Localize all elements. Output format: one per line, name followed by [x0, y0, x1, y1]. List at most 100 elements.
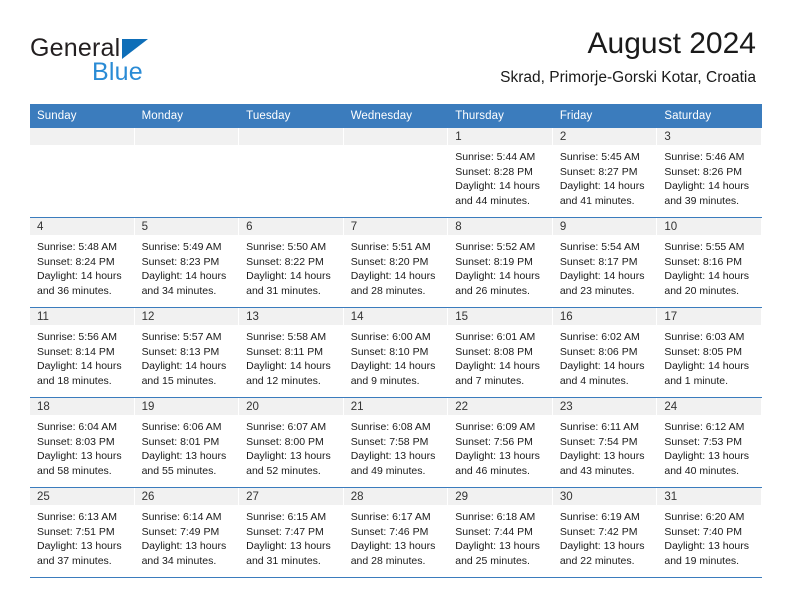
calendar-day-cell[interactable]: 15 Sunrise: 6:01 AM Sunset: 8:08 PM Dayligh…	[448, 307, 553, 398]
calendar-day-cell[interactable]: 3 Sunrise: 5:46 AM Sunset: 8:26 PM Daylight…	[657, 128, 762, 218]
calendar-day-inner: 23 Sunrise: 6:11 AM Sunset: 7:54 PM Dayligh…	[552, 398, 658, 487]
day-number: 23	[552, 398, 657, 415]
calendar-day-inner: 18 Sunrise: 6:04 AM Sunset: 8:03 PM Dayligh…	[30, 398, 135, 487]
calendar-day-inner: 22 Sunrise: 6:09 AM Sunset: 7:56 PM Dayligh…	[448, 398, 553, 487]
calendar-day-cell[interactable]: 17 Sunrise: 6:03 AM Sunset: 8:05 PM Dayligh…	[657, 307, 762, 398]
sunset-text: Sunset: 7:46 PM	[350, 525, 429, 538]
sunrise-text: Sunrise: 5:46 AM	[664, 151, 745, 163]
day-number: 10	[657, 218, 761, 235]
sunset-text: Sunset: 8:14 PM	[37, 345, 115, 358]
calendar-day-cell[interactable]: 24 Sunrise: 6:12 AM Sunset: 7:53 PM Dayligh…	[657, 397, 762, 488]
sunrise-text: Sunrise: 5:58 AM	[246, 331, 327, 343]
calendar-day-cell[interactable]: 7 Sunrise: 5:51 AM Sunset: 8:20 PM Daylight…	[343, 217, 449, 308]
calendar-day-cell[interactable]: 13 Sunrise: 5:58 AM Sunset: 8:11 PM Dayligh…	[239, 307, 344, 398]
weekday-header-saturday: Saturday	[657, 104, 762, 128]
calendar-day-cell[interactable]: 29 Sunrise: 6:18 AM Sunset: 7:44 PM Dayligh…	[448, 487, 553, 578]
calendar-day-cell[interactable]: 27 Sunrise: 6:15 AM Sunset: 7:47 PM Dayligh…	[239, 487, 344, 578]
calendar-day-cell[interactable]: 19 Sunrise: 6:06 AM Sunset: 8:01 PM Dayligh…	[134, 397, 240, 488]
calendar-day-cell[interactable]: 25 Sunrise: 6:13 AM Sunset: 7:51 PM Dayligh…	[30, 487, 135, 578]
calendar-day-cell[interactable]: 23 Sunrise: 6:11 AM Sunset: 7:54 PM Dayligh…	[552, 397, 658, 488]
calendar-day-cell[interactable]: 21 Sunrise: 6:08 AM Sunset: 7:58 PM Dayligh…	[343, 397, 449, 488]
daylight-text-line2: and 41 minutes.	[559, 194, 635, 207]
daylight-text-line2: and 49 minutes.	[350, 464, 426, 477]
day-details: Sunrise: 6:03 AM Sunset: 8:05 PM Daylight:…	[657, 325, 761, 388]
sunrise-text: Sunrise: 6:03 AM	[664, 331, 745, 343]
calendar-week-row: 11 Sunrise: 5:56 AM Sunset: 8:14 PM Dayligh…	[30, 307, 762, 398]
daylight-text-line1: Daylight: 14 hours	[141, 270, 227, 283]
day-number: 21	[343, 398, 448, 415]
daylight-text-line2: and 58 minutes.	[37, 464, 112, 477]
day-number: 7	[343, 218, 448, 235]
day-number: 31	[657, 488, 761, 505]
calendar-day-cell[interactable]: 9 Sunrise: 5:54 AM Sunset: 8:17 PM Daylight…	[552, 217, 658, 308]
calendar-day-cell[interactable]: 31 Sunrise: 6:20 AM Sunset: 7:40 PM Dayligh…	[657, 487, 762, 578]
sunrise-text: Sunrise: 5:54 AM	[559, 241, 640, 253]
sunrise-text: Sunrise: 6:20 AM	[664, 511, 745, 523]
calendar-day-inner	[239, 128, 344, 217]
calendar-day-inner: 15 Sunrise: 6:01 AM Sunset: 8:08 PM Dayligh…	[448, 308, 553, 397]
day-number: 8	[448, 218, 552, 235]
calendar-day-inner: 17 Sunrise: 6:03 AM Sunset: 8:05 PM Dayligh…	[657, 308, 762, 397]
calendar-day-cell[interactable]: 4 Sunrise: 5:48 AM Sunset: 8:24 PM Daylight…	[30, 217, 135, 308]
day-details: Sunrise: 6:02 AM Sunset: 8:06 PM Daylight:…	[553, 325, 657, 388]
sunrise-text: Sunrise: 6:15 AM	[246, 511, 327, 523]
daylight-text-line1: Daylight: 14 hours	[350, 270, 436, 283]
day-number	[343, 128, 448, 145]
sunset-text: Sunset: 8:16 PM	[664, 255, 743, 268]
day-details: Sunrise: 6:12 AM Sunset: 7:53 PM Daylight:…	[657, 415, 761, 478]
day-number: 5	[134, 218, 239, 235]
calendar-day-cell[interactable]: 5 Sunrise: 5:49 AM Sunset: 8:23 PM Daylight…	[134, 217, 240, 308]
sunset-text: Sunset: 8:10 PM	[350, 345, 429, 358]
sunrise-text: Sunrise: 6:02 AM	[559, 331, 640, 343]
calendar-day-cell[interactable]: 1 Sunrise: 5:44 AM Sunset: 8:28 PM Daylight…	[448, 128, 553, 218]
calendar-day-cell[interactable]: 14 Sunrise: 6:00 AM Sunset: 8:10 PM Dayligh…	[343, 307, 449, 398]
daylight-text-line1: Daylight: 13 hours	[455, 540, 540, 553]
calendar-day-cell[interactable]: 18 Sunrise: 6:04 AM Sunset: 8:03 PM Dayligh…	[30, 397, 135, 488]
calendar-day-cell[interactable]: 20 Sunrise: 6:07 AM Sunset: 8:00 PM Dayligh…	[239, 397, 344, 488]
sunset-text: Sunset: 8:05 PM	[664, 345, 743, 358]
day-number: 22	[448, 398, 552, 415]
day-number: 6	[239, 218, 343, 235]
calendar-day-cell[interactable]: 16 Sunrise: 6:02 AM Sunset: 8:06 PM Dayligh…	[552, 307, 658, 398]
day-details: Sunrise: 6:09 AM Sunset: 7:56 PM Daylight:…	[448, 415, 552, 478]
daylight-text-line1: Daylight: 13 hours	[37, 540, 122, 553]
calendar-day-cell[interactable]: 12 Sunrise: 5:57 AM Sunset: 8:13 PM Dayligh…	[134, 307, 240, 398]
sunset-text: Sunset: 8:27 PM	[559, 165, 638, 178]
sunrise-text: Sunrise: 5:50 AM	[246, 241, 327, 253]
sunset-text: Sunset: 7:40 PM	[664, 525, 743, 538]
daylight-text-line1: Daylight: 13 hours	[246, 450, 331, 463]
day-number: 19	[134, 398, 239, 415]
day-number: 25	[30, 488, 134, 505]
calendar-day-inner: 1 Sunrise: 5:44 AM Sunset: 8:28 PM Daylight…	[448, 128, 553, 217]
sunset-text: Sunset: 8:06 PM	[559, 345, 638, 358]
calendar-day-inner: 2 Sunrise: 5:45 AM Sunset: 8:27 PM Daylight…	[552, 128, 658, 217]
day-details: Sunrise: 5:45 AM Sunset: 8:27 PM Daylight:…	[553, 145, 657, 208]
daylight-text-line2: and 34 minutes.	[141, 554, 217, 567]
day-details: Sunrise: 6:17 AM Sunset: 7:46 PM Daylight:…	[344, 505, 448, 568]
day-number: 24	[657, 398, 761, 415]
day-details: Sunrise: 5:48 AM Sunset: 8:24 PM Daylight:…	[30, 235, 134, 298]
calendar-day-cell[interactable]: 10 Sunrise: 5:55 AM Sunset: 8:16 PM Dayligh…	[657, 217, 762, 308]
calendar-day-inner: 29 Sunrise: 6:18 AM Sunset: 7:44 PM Dayligh…	[448, 488, 553, 577]
calendar-day-inner: 4 Sunrise: 5:48 AM Sunset: 8:24 PM Daylight…	[30, 218, 135, 307]
page-subtitle: Skrad, Primorje-Gorski Kotar, Croatia	[500, 69, 756, 86]
calendar-day-cell[interactable]: 11 Sunrise: 5:56 AM Sunset: 8:14 PM Dayligh…	[30, 307, 135, 398]
calendar-day-inner: 11 Sunrise: 5:56 AM Sunset: 8:14 PM Dayligh…	[30, 308, 135, 397]
daylight-text-line1: Daylight: 14 hours	[246, 360, 331, 373]
brand-logo: General Blue	[30, 34, 260, 86]
calendar-day-cell[interactable]: 2 Sunrise: 5:45 AM Sunset: 8:27 PM Daylight…	[552, 128, 658, 218]
calendar-day-cell[interactable]: 28 Sunrise: 6:17 AM Sunset: 7:46 PM Dayligh…	[343, 487, 449, 578]
daylight-text-line1: Daylight: 13 hours	[664, 450, 750, 463]
daylight-text-line1: Daylight: 14 hours	[664, 270, 750, 283]
day-number: 17	[657, 308, 761, 325]
weekday-header-wednesday: Wednesday	[343, 104, 449, 128]
calendar-day-cell[interactable]: 8 Sunrise: 5:52 AM Sunset: 8:19 PM Daylight…	[448, 217, 553, 308]
daylight-text-line2: and 28 minutes.	[350, 284, 426, 297]
sunrise-text: Sunrise: 5:49 AM	[141, 241, 222, 253]
calendar-day-cell[interactable]: 30 Sunrise: 6:19 AM Sunset: 7:42 PM Dayligh…	[552, 487, 658, 578]
day-number	[239, 128, 343, 145]
calendar-day-cell[interactable]: 26 Sunrise: 6:14 AM Sunset: 7:49 PM Dayligh…	[134, 487, 240, 578]
calendar-day-cell[interactable]: 22 Sunrise: 6:09 AM Sunset: 7:56 PM Dayligh…	[448, 397, 553, 488]
calendar-day-inner: 7 Sunrise: 5:51 AM Sunset: 8:20 PM Daylight…	[343, 218, 449, 307]
calendar-day-cell[interactable]: 6 Sunrise: 5:50 AM Sunset: 8:22 PM Daylight…	[239, 217, 344, 308]
